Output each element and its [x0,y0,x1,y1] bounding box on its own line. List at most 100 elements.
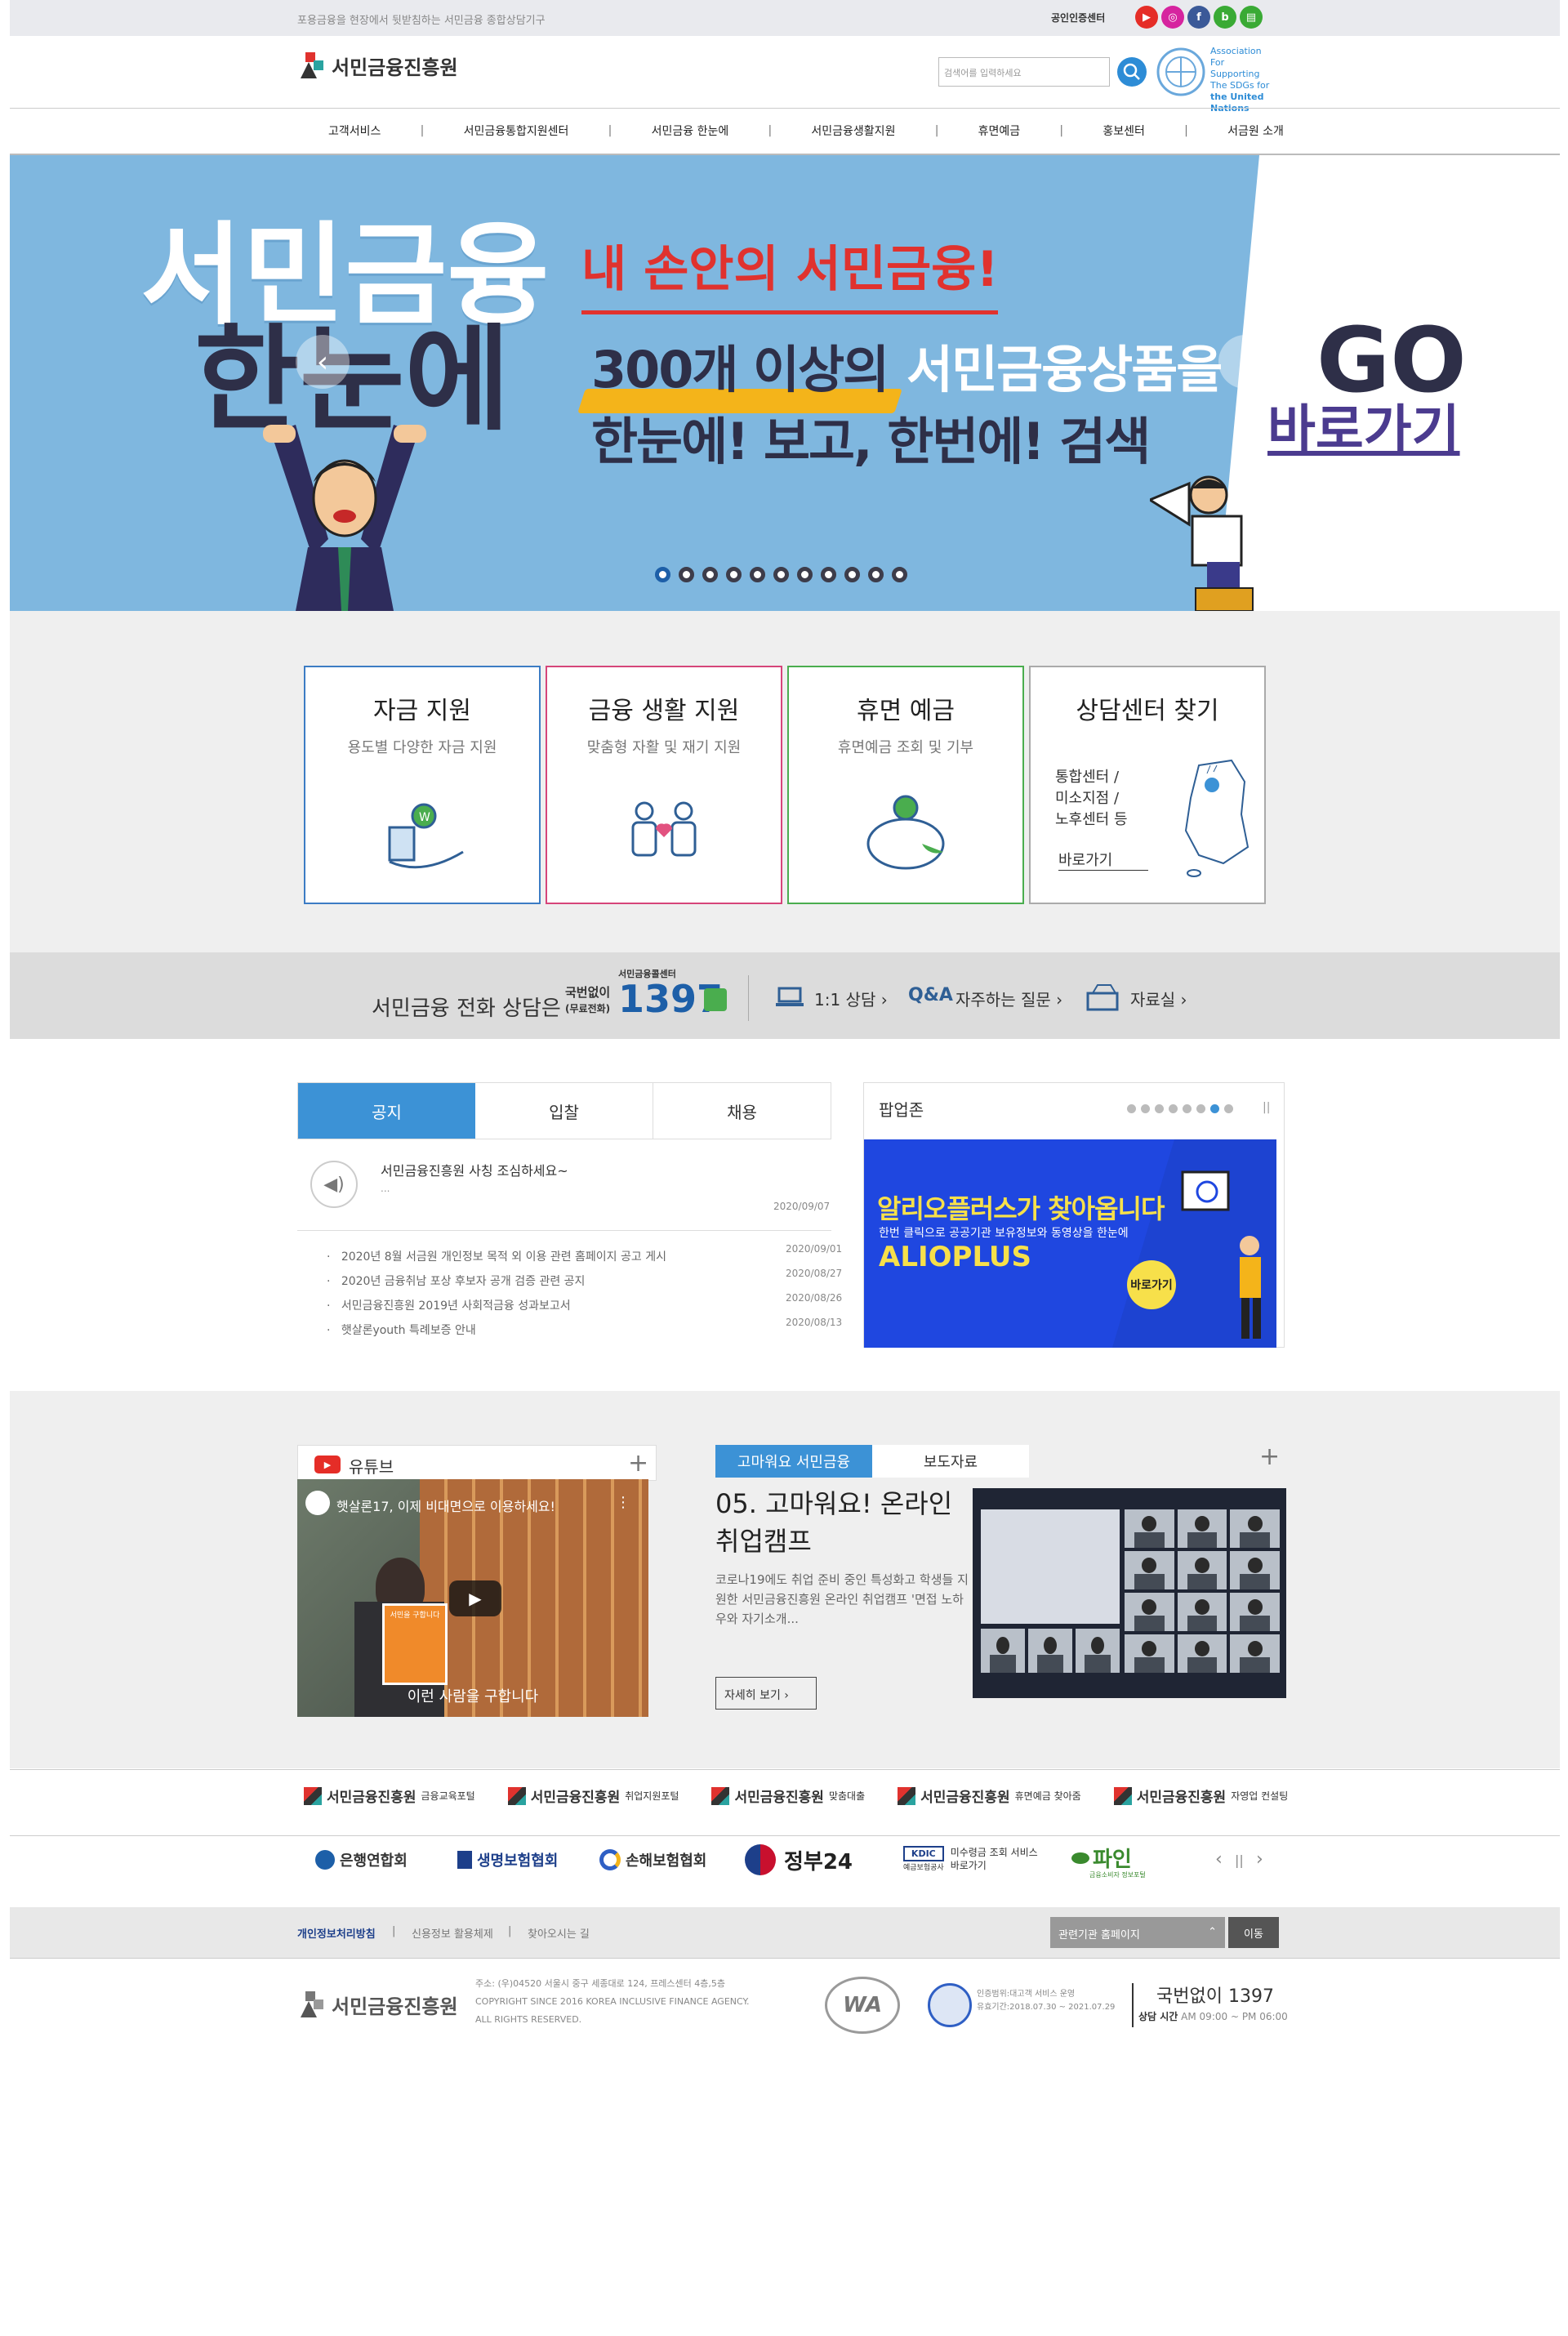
nav-item-customer-service[interactable]: 고객서비스 [328,123,381,139]
blog-icon[interactable]: b [1214,6,1236,29]
featured-notice-title[interactable]: 서민금융진흥원 사칭 조심하세요~ [381,1160,568,1179]
nav-item-integrated-center[interactable]: 서민금융통합지원센터 [464,123,569,139]
hero-go-link[interactable]: 바로가기 [1267,404,1460,457]
hero-slide-dot[interactable] [750,567,765,582]
credit-info-link[interactable]: 신용정보 활용체제 [412,1925,493,1941]
youtube-icon[interactable]: ▶ [1135,6,1158,29]
org-prev-button[interactable]: ‹ [1215,1849,1223,1870]
popup-zone-title: 팝업존 [879,1100,924,1120]
hero-slide-dot[interactable] [844,567,860,582]
hero-slide-dot[interactable] [821,567,836,582]
one-on-one-link[interactable]: 1:1 상담 › [814,987,888,1010]
family-site-link[interactable]: 서민금융진흥원 맞춤대출 [711,1785,865,1806]
popup-slide-dot[interactable] [1127,1104,1136,1113]
hero-slide-dot[interactable] [868,567,884,582]
hero-pagination [655,567,907,582]
press-image-video-conference[interactable] [973,1488,1286,1698]
faq-link[interactable]: 자주하는 질문 › [956,987,1062,1010]
search-input[interactable]: 검색어를 입력하세요 [938,57,1110,87]
find-center-link[interactable]: 바로가기 [1058,849,1148,871]
cert-center-link[interactable]: 공인인증센터 [1051,11,1105,25]
list-item-title: 2020년 금융취남 포상 후보자 공개 검증 관련 공지 [341,1275,586,1288]
search-button[interactable] [1117,57,1147,87]
family-site-link[interactable]: 서민금융진흥원 취업지원포털 [507,1785,679,1806]
quick-card-life-support[interactable]: 금융 생활 지원 맞춤형 자활 및 재기 지원 [546,666,782,904]
nav-item-about[interactable]: 서금원 소개 [1227,123,1284,139]
participant-body [1240,1574,1270,1589]
quick-card-find-center[interactable]: 상담센터 찾기 통합센터 / 미소지점 / 노후센터 등 바로가기 [1029,666,1266,904]
list-item[interactable]: · 햇살론youth 특례보증 안내 [327,1322,476,1338]
hero-slide-dot[interactable] [702,567,718,582]
nav-item-finance-at-glance[interactable]: 서민금융 한눈에 [652,123,729,139]
site-logo[interactable]: 서민금융진흥원 [297,51,458,80]
popup-slide-dot[interactable] [1169,1104,1178,1113]
video-menu-icon[interactable]: ⋮ [616,1494,630,1511]
go-button[interactable]: 이동 [1228,1917,1279,1948]
hero-slide-dot[interactable] [655,567,670,582]
nav-item-pr-center[interactable]: 홍보센터 [1102,123,1145,139]
tab-thanks-finance[interactable]: 고마워요 서민금융 [715,1445,872,1478]
popup-pagination [1127,1104,1233,1113]
nav-item-dormant-deposit[interactable]: 휴면예금 [978,123,1021,139]
list-item[interactable]: · 서민금융진흥원 2019년 사회적금융 성과보고서 [327,1297,571,1313]
logo-text: 서민금융진흥원 [332,56,458,79]
org-life-insurance[interactable]: 생명보험협회 [457,1849,558,1870]
hero-slide-dot[interactable] [679,567,694,582]
youtube-video-player[interactable]: 햇살론17, 이제 비대면으로 이용하세요! ⋮ 서민을 구합니다 ▶ 이런 사… [297,1479,648,1717]
tab-recruit[interactable]: 채용 [653,1083,831,1139]
logo-mark-icon [297,51,327,80]
popup-slide-dot[interactable] [1183,1104,1192,1113]
family-site-link[interactable]: 서민금융진흥원 자영업 컨설팅 [1113,1785,1288,1806]
tab-bid[interactable]: 입찰 [475,1083,653,1139]
org-general-insurance[interactable]: 손해보험협회 [599,1849,706,1870]
popup-slide-dot[interactable] [1141,1104,1150,1113]
nav-item-life-support[interactable]: 서민금융생활지원 [811,123,895,139]
popup-slide-dot[interactable] [1196,1104,1205,1113]
hero-slide-dot[interactable] [797,567,813,582]
press-title[interactable]: 05. 고마워요! 온라인 취업캠프 [715,1485,977,1560]
family-site-link[interactable]: 서민금융진흥원 휴면예금 찾아줌 [898,1785,1081,1806]
directions-link[interactable]: 찾아오시는 길 [528,1925,590,1941]
list-item-title: 햇살론youth 특례보증 안내 [341,1324,476,1337]
list-item-title: 서민금융진흥원 2019년 사회적금융 성과보고서 [341,1300,571,1313]
org-fine[interactable]: 파인 [1071,1843,1132,1873]
hero-slide-dot[interactable] [892,567,907,582]
post-icon[interactable]: ▤ [1240,6,1263,29]
list-item[interactable]: · 2020년 8월 서금원 개인정보 목적 외 이용 관련 홈페이지 공고 게… [327,1248,666,1264]
org-banks-federation[interactable]: 은행연합회 [315,1849,408,1870]
gov24-logo-icon [745,1844,776,1875]
banner-go-button[interactable]: 바로가기 [1127,1260,1176,1309]
press-more-button[interactable]: + [1259,1442,1280,1471]
tab-notice[interactable]: 공지 [298,1083,475,1139]
details-button[interactable]: 자세히 보기 › [715,1677,817,1710]
hero-slide-dot[interactable] [773,567,789,582]
popup-slide-dot[interactable] [1224,1104,1233,1113]
archive-link[interactable]: 자료실 › [1130,987,1187,1010]
family-site-link[interactable]: 서민금융진흥원 금융교육포털 [304,1785,475,1806]
list-item[interactable]: · 2020년 금융취남 포상 후보자 공개 검증 관련 공지 [327,1273,585,1289]
org-kdic[interactable]: KDIC 예금보험공사 미수령금 조회 서비스 바로가기 [903,1846,1040,1872]
org-pause-button[interactable]: || [1235,1852,1244,1868]
participant-body [1187,1574,1218,1589]
org-gov24[interactable]: 정부24 [745,1844,853,1875]
quick-card-dormant[interactable]: 휴면 예금 휴면예금 조회 및 기부 [787,666,1024,904]
popup-pause-button[interactable]: || [1263,1101,1270,1114]
hero-banner[interactable]: 서민금융 한눈에 내 손안의 서민금융! 300개 이상의 서민금융상품을 한눈… [10,155,1560,611]
instagram-icon[interactable]: ◎ [1161,6,1184,29]
privacy-policy-link[interactable]: 개인정보처리방침 [297,1925,376,1941]
tab-press-release[interactable]: 보도자료 [872,1445,1029,1478]
hero-go[interactable]: GO [1316,315,1467,405]
participant-head [1194,1558,1210,1574]
related-sites-select[interactable]: 관련기관 홈페이지 ⌃ [1050,1917,1225,1948]
hero-slide-dot[interactable] [726,567,742,582]
hero-next-button[interactable]: › [1218,335,1272,389]
popup-slide-dot[interactable] [1155,1104,1164,1113]
popup-slide-dot[interactable] [1210,1104,1219,1113]
facebook-icon[interactable]: f [1187,6,1210,29]
quick-card-funding[interactable]: 자금 지원 용도별 다양한 자금 지원 W [304,666,541,904]
youtube-more-button[interactable]: + [628,1449,648,1478]
play-button[interactable]: ▶ [449,1580,501,1616]
alioplus-banner[interactable]: 알리오플러스가 찾아옵니다 한번 클릭으로 공공기관 보유정보와 동영상을 한눈… [864,1139,1276,1348]
org-next-button[interactable]: › [1256,1849,1263,1870]
hero-prev-button[interactable]: ‹ [296,335,350,389]
